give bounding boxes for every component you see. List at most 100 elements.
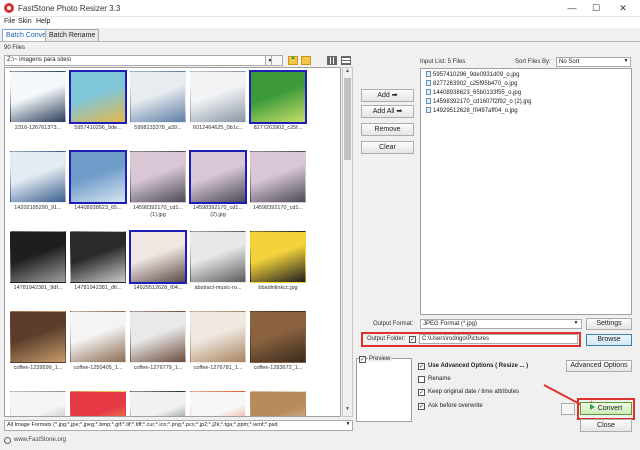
output-folder-checkbox[interactable]: ✓ <box>409 336 416 343</box>
list-item[interactable]: 14929512628_f0497aff04_o.jpg <box>426 107 518 116</box>
thumbnail-item[interactable]: 14598392170_cd1... (2).jpg <box>189 150 247 227</box>
thumbnail-image <box>70 231 126 283</box>
info-button[interactable] <box>561 403 575 415</box>
list-item-label: 8277263902_c25f95b470_o.jpg <box>433 81 518 87</box>
file-type-filter[interactable]: All Image Formats (*.jpg;*.jpe;*.jpeg;*.… <box>4 420 353 431</box>
rename-checkbox[interactable] <box>418 376 425 383</box>
chevron-down-icon[interactable]: ▼ <box>622 58 630 66</box>
convert-label: Convert <box>597 405 623 412</box>
thumbnail-label: coffee-1276779_1... <box>133 365 183 371</box>
thumbnail-item[interactable]: coffee-1276779_1... <box>129 310 187 387</box>
thumbnail-image <box>250 151 306 203</box>
folder-up-icon[interactable] <box>288 55 298 65</box>
menu-file[interactable]: File <box>4 18 15 25</box>
thumbnail-image <box>250 231 306 283</box>
thumbnail-item[interactable]: 6012464625_0b1c... <box>189 70 247 147</box>
minimize-button[interactable]: — <box>560 0 584 17</box>
thumbnail-label: 8277263902_c25f... <box>253 125 303 131</box>
output-folder-label: Output Folder: <box>367 336 406 342</box>
thumbnail-item[interactable]: 14408938623_65... <box>69 150 127 227</box>
thumbnail-image <box>70 311 126 363</box>
list-item[interactable]: 8277263902_c25f95b470_o.jpg <box>426 80 517 89</box>
list-item[interactable]: 14408938623_65b0133f55_o.jpg <box>426 89 521 98</box>
use-advanced-checkbox[interactable]: ✓ <box>418 363 425 370</box>
menu-bar <box>0 17 640 28</box>
thumbnail-item[interactable]: 14929512628_f04... <box>129 230 187 307</box>
ask-overwrite-checkbox[interactable]: ✓ <box>418 403 425 410</box>
thumbnail-item[interactable]: 14781942381_9df... <box>9 230 67 307</box>
thumbnail-label: coffee-1250405_1... <box>73 365 123 371</box>
add-all-button[interactable]: Add All ➡ <box>361 105 414 118</box>
sort-label: Sort Files By: <box>515 59 551 65</box>
thumbnail-image <box>130 311 186 363</box>
list-item[interactable]: 14598392170_cd1607f2f92_o (2).jpg <box>426 98 531 107</box>
thumbnail-item[interactable]: 2316-1267613?3... <box>9 70 67 147</box>
browse-folder-button[interactable] <box>271 55 283 66</box>
thumbnail-label: 14408938623_65... <box>74 205 122 211</box>
files-count: 90 Files <box>4 45 26 51</box>
thumbnail-item[interactable]: coffee-1239599_1... <box>9 310 67 387</box>
output-format-select[interactable]: JPEG Format (*.jpg) <box>420 319 582 329</box>
browse-button[interactable]: Browse <box>586 334 632 346</box>
rename-label: Rename <box>428 376 451 382</box>
play-icon <box>589 404 595 410</box>
scroll-up-icon[interactable]: ▲ <box>343 68 352 77</box>
chevron-down-icon[interactable]: ▼ <box>572 320 580 328</box>
scrollbar-thumb[interactable] <box>344 78 351 160</box>
maximize-button[interactable]: ☐ <box>584 0 608 17</box>
thumbnail-item[interactable]: coffee-1250405_1... <box>69 310 127 387</box>
thumbnail-label: abstract-music-ro... <box>194 285 242 291</box>
tab-batch-rename[interactable]: Batch Rename <box>45 29 100 41</box>
settings-button[interactable]: Settings <box>586 318 632 330</box>
thumbnail-item[interactable]: 14781942381_d6... <box>69 230 127 307</box>
add-button[interactable]: Add ➡ <box>361 89 414 102</box>
clear-button[interactable]: Clear <box>361 141 414 154</box>
thumbnail-image <box>189 150 247 204</box>
thumbnail-label: 14929512628_f04... <box>133 285 183 291</box>
thumbnail-item[interactable]: 14598392170_cd1... <box>249 150 307 227</box>
scroll-down-icon[interactable]: ▼ <box>343 406 352 415</box>
thumbnail-item[interactable] <box>129 390 187 416</box>
list-item-label: 14408938623_65b0133f55_o.jpg <box>433 90 522 96</box>
convert-button[interactable]: Convert <box>580 402 632 415</box>
thumbnail-item[interactable] <box>249 390 307 416</box>
input-file-list[interactable]: 5957410296_9de0931d09_o.jpg 8277263902_c… <box>420 68 632 315</box>
thumbnail-label: coffee-1276781_1... <box>193 365 243 371</box>
sort-select[interactable]: No Sort <box>556 57 631 67</box>
menu-skin[interactable]: Skin <box>18 18 32 25</box>
advanced-options-button[interactable]: Advanced Options <box>566 360 632 372</box>
thumbnail-item[interactable]: 14598392170_cd1... (1).jpg <box>129 150 187 227</box>
details-view-icon[interactable] <box>341 56 351 65</box>
thumbnail-image <box>10 311 66 363</box>
thumbnail-label: coffee-1239599_1... <box>13 365 63 371</box>
website-link[interactable]: www.FastStone.org <box>14 437 66 443</box>
thumbnail-item[interactable] <box>189 390 247 416</box>
thumbnail-label: 2316-1267613?3... <box>14 125 62 131</box>
remove-button[interactable]: Remove <box>361 123 414 136</box>
list-item-label: 14929512628_f0497aff04_o.jpg <box>433 108 518 114</box>
close-button[interactable]: Close <box>580 419 632 432</box>
preview-checkbox[interactable]: ✓ <box>359 356 366 363</box>
window-title: FastStone Photo Resizer 3.3 <box>18 4 121 13</box>
thumbnail-item[interactable]: 5998133378_a39... <box>129 70 187 147</box>
thumbnail-item[interactable]: 5957410296_9de... <box>69 70 127 147</box>
folder-path-input[interactable]: Z:\~ imagens para sites\ <box>4 55 266 66</box>
thumbnail-grid[interactable]: 2316-1267613?3... 5957410296_9de... 599813… <box>4 67 341 417</box>
thumbnail-item[interactable]: coffee-1283672_1... <box>249 310 307 387</box>
keep-date-checkbox[interactable]: ✓ <box>418 389 425 396</box>
thumbnail-item[interactable]: 14202195290_91... <box>9 150 67 227</box>
thumbnail-view-icon[interactable] <box>327 56 337 65</box>
folder-open-icon[interactable] <box>301 56 311 65</box>
menu-help[interactable]: Help <box>36 18 50 25</box>
thumbnail-item[interactable]: coffee-1276781_1... <box>189 310 247 387</box>
output-folder-input[interactable]: C:\Users\rodrigo\Pictures <box>419 334 578 344</box>
thumbnail-item[interactable] <box>69 390 127 416</box>
thumbnail-item[interactable]: bbadinlinkcc.jpg <box>249 230 307 307</box>
chevron-down-icon[interactable]: ▼ <box>344 421 352 430</box>
close-window-button[interactable]: ✕ <box>608 0 638 17</box>
list-item[interactable]: 5957410296_9de0931d09_o.jpg <box>426 71 519 80</box>
thumbnail-item[interactable] <box>9 390 67 416</box>
thumbnail-item[interactable]: abstract-music-ro... <box>189 230 247 307</box>
thumbnail-image <box>10 151 66 203</box>
thumbnail-item[interactable]: 8277263902_c25f... <box>249 70 307 147</box>
